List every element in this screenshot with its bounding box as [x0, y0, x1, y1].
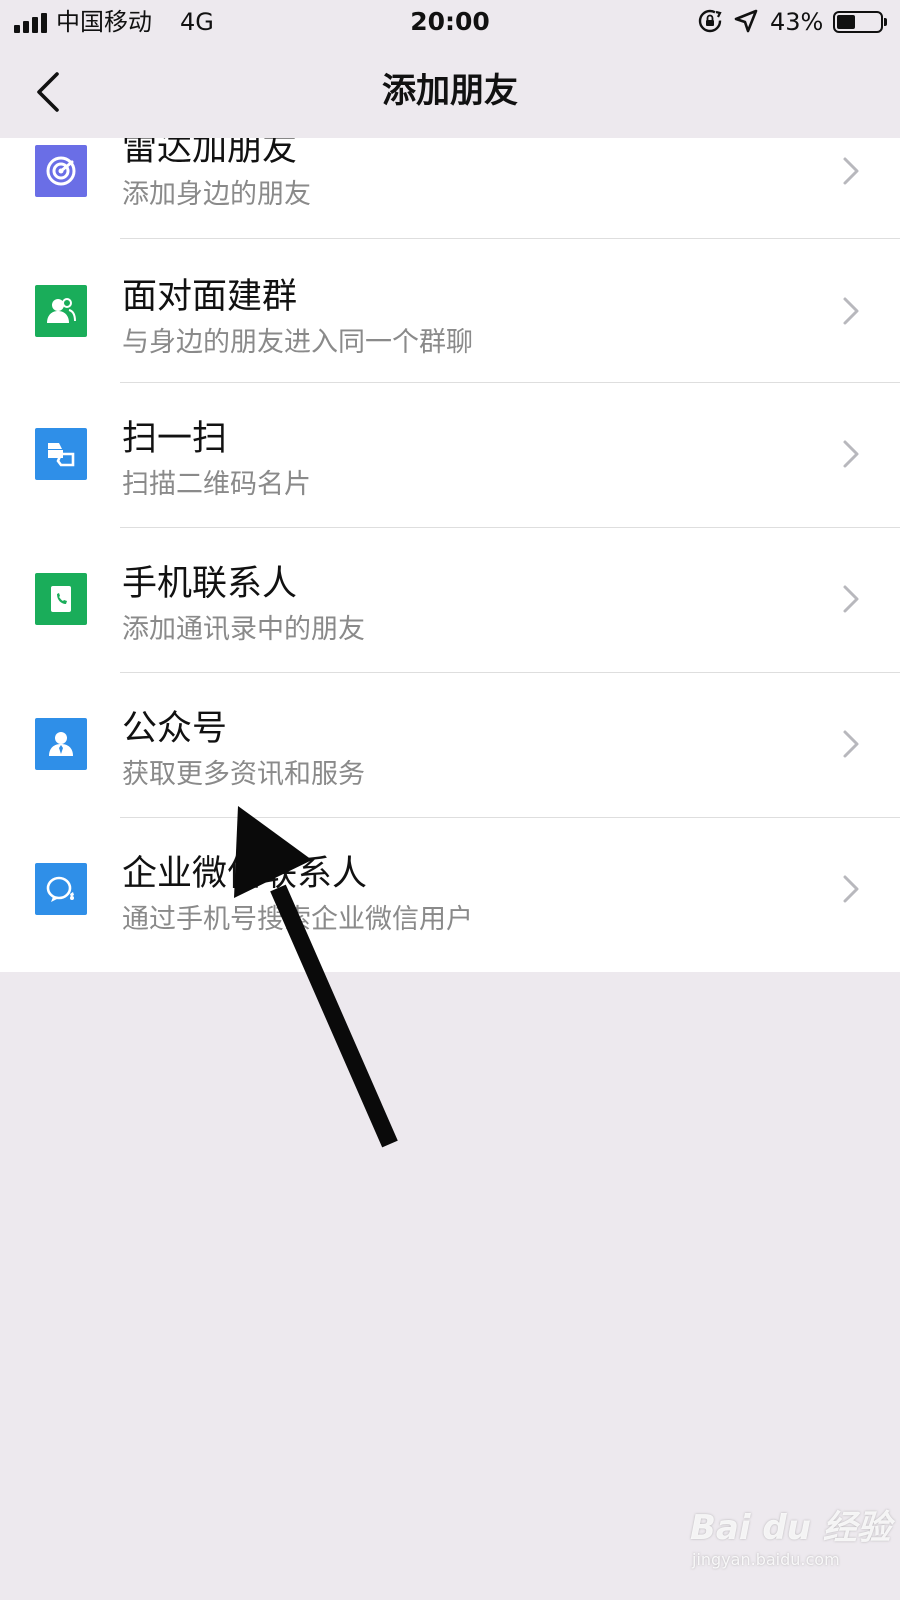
official-account-icon [35, 718, 87, 770]
watermark-url: jingyan.baidu.com [692, 1550, 840, 1569]
list-item-subtitle: 通过手机号搜索企业微信用户 [122, 904, 473, 935]
chevron-right-icon [836, 579, 866, 619]
orientation-lock-icon [697, 8, 723, 38]
list-item-official-accounts[interactable]: 公众号 获取更多资讯和服务 [0, 673, 900, 819]
list-item-title: 企业微信联系人 [122, 854, 368, 894]
chevron-right-icon [836, 434, 866, 474]
list-item-title: 雷达加朋友 [122, 138, 298, 169]
scan-icon [35, 428, 87, 480]
radar-icon [35, 145, 87, 197]
face-to-face-group-icon [35, 285, 87, 337]
list-item-wecom-contacts[interactable]: 企业微信联系人 通过手机号搜索企业微信用户 [0, 818, 900, 964]
list-item-face-to-face-group[interactable]: 面对面建群 与身边的朋友进入同一个群聊 [0, 239, 900, 385]
chevron-right-icon [836, 724, 866, 764]
list-item-title: 手机联系人 [122, 564, 298, 604]
wecom-contacts-icon [35, 863, 87, 915]
status-time: 20:00 [410, 7, 490, 36]
phone-contacts-icon [35, 573, 87, 625]
list-item-subtitle: 获取更多资讯和服务 [122, 759, 365, 790]
battery-percent: 43% [770, 8, 824, 36]
navigation-bar: 添加朋友 [0, 44, 900, 138]
chevron-right-icon [836, 291, 866, 331]
list-item-subtitle: 扫描二维码名片 [122, 469, 311, 500]
watermark-logo: Bai du 经验 [690, 1508, 891, 1548]
location-icon [733, 8, 759, 38]
page-title: 添加朋友 [382, 71, 518, 111]
chevron-right-icon [836, 151, 866, 191]
battery-icon [833, 11, 887, 33]
baidu-jingyan-watermark: Bai du 经验 jingyan.baidu.com [690, 1500, 891, 1590]
chevron-right-icon [836, 869, 866, 909]
list-item-phone-contacts[interactable]: 手机联系人 添加通讯录中的朋友 [0, 528, 900, 674]
list-item-title: 公众号 [122, 709, 228, 749]
list-item-subtitle: 添加身边的朋友 [122, 179, 311, 210]
list-item-subtitle: 与身边的朋友进入同一个群聊 [122, 327, 473, 358]
add-friend-options-list: 雷达加朋友 添加身边的朋友 面对面建群 与身边的朋友进入同一个群聊 扫一扫 扫描… [0, 138, 900, 972]
list-item-title: 扫一扫 [122, 419, 228, 459]
list-item-radar[interactable]: 雷达加朋友 添加身边的朋友 [0, 138, 900, 237]
list-item-title: 面对面建群 [122, 277, 298, 317]
list-item-subtitle: 添加通讯录中的朋友 [122, 614, 365, 645]
list-item-scan[interactable]: 扫一扫 扫描二维码名片 [0, 383, 900, 529]
battery-level [837, 15, 856, 29]
status-bar: 中国移动 4G 20:00 43% [0, 0, 900, 44]
